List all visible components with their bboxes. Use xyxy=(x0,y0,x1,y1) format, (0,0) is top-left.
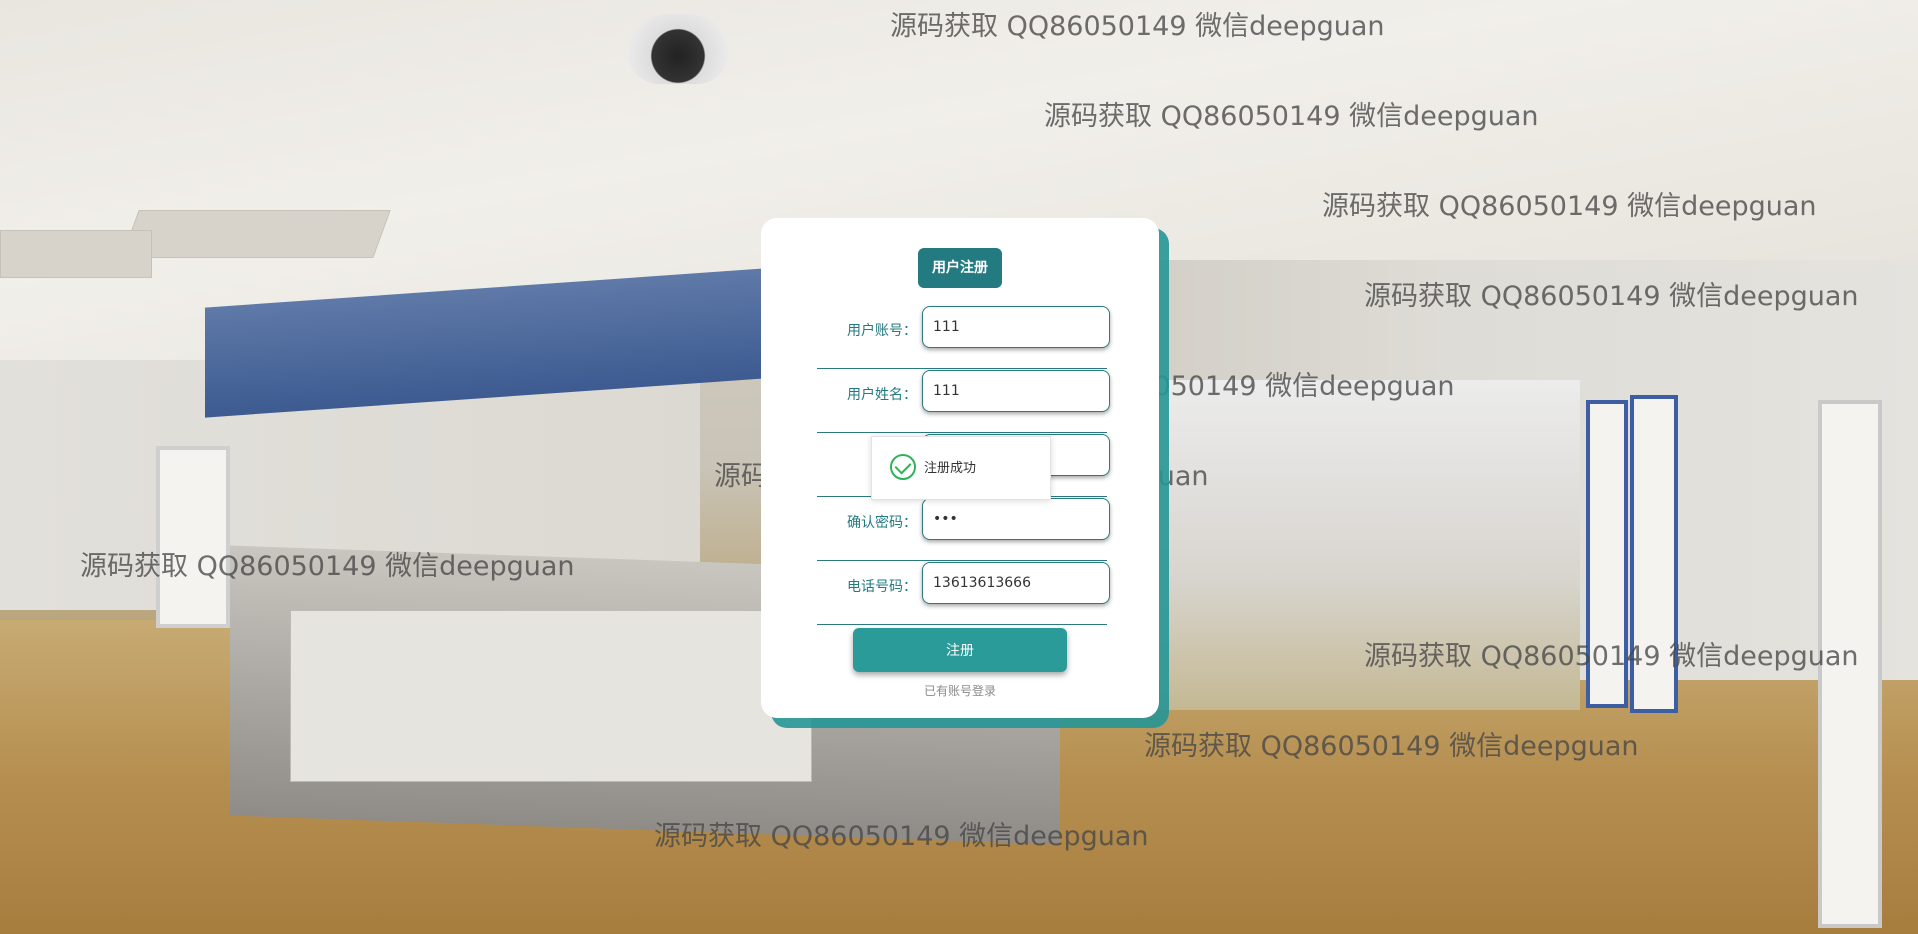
name-row: 用户姓名： xyxy=(817,370,1110,433)
account-label: 用户账号： xyxy=(847,323,917,339)
check-circle-icon xyxy=(890,454,916,480)
page: 源码获取 QQ86050149 微信deepguan 源码获取 QQ860501… xyxy=(0,0,1918,934)
phone-input[interactable] xyxy=(922,562,1110,604)
confirm-password-row: 确认密码： xyxy=(817,498,1110,561)
success-toast: 注册成功 xyxy=(871,436,1051,500)
name-input[interactable] xyxy=(922,370,1110,412)
login-link[interactable]: 已有账号登录 xyxy=(761,682,1159,699)
background-corridor xyxy=(1160,380,1580,710)
background-door xyxy=(1630,395,1678,713)
confirm-password-input[interactable] xyxy=(922,498,1110,540)
name-label: 用户姓名： xyxy=(847,387,917,403)
phone-label: 电话号码： xyxy=(847,579,917,595)
account-row: 用户账号： xyxy=(817,306,1110,369)
ceiling-vent xyxy=(0,230,152,278)
phone-row: 电话号码： xyxy=(817,562,1110,625)
background-door xyxy=(1818,400,1882,928)
ceiling-vent xyxy=(121,210,391,258)
toast-message: 注册成功 xyxy=(924,461,977,476)
nurse-station-counter-front xyxy=(290,610,812,782)
ceiling-camera xyxy=(628,14,728,84)
register-button[interactable]: 注册 xyxy=(853,628,1067,672)
register-title: 用户注册 xyxy=(918,248,1002,288)
confirm-password-label: 确认密码： xyxy=(847,515,917,531)
background-door xyxy=(1586,400,1628,708)
background-door xyxy=(156,446,230,628)
account-input[interactable] xyxy=(922,306,1110,348)
